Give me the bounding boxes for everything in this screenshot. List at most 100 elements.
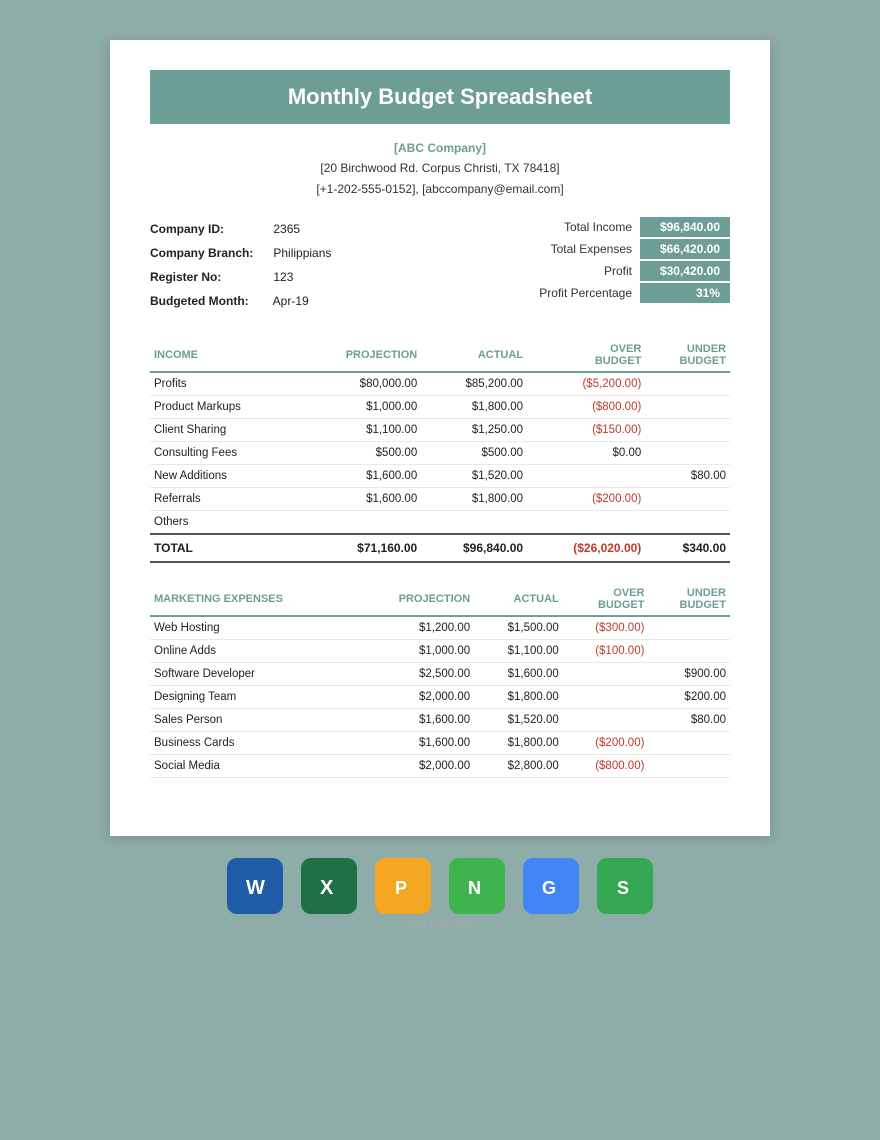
expense-row-over: ($100.00)	[563, 640, 649, 663]
profit-row: Profit $30,420.00	[522, 261, 730, 281]
income-row: Product Markups $1,000.00 $1,800.00 ($80…	[150, 396, 730, 419]
income-row-projection: $500.00	[298, 442, 422, 465]
income-row-projection	[298, 511, 422, 535]
income-row-actual	[421, 511, 527, 535]
company-name: [ABC Company]	[150, 138, 730, 158]
document-container: Monthly Budget Spreadsheet [ABC Company]…	[110, 40, 770, 836]
income-row-under	[645, 372, 730, 396]
expense-row-name: Software Developer	[150, 663, 355, 686]
document-title: Monthly Budget Spreadsheet	[150, 70, 730, 124]
expense-row-under	[648, 755, 730, 778]
expense-row-actual: $1,100.00	[474, 640, 563, 663]
expenses-col-header: MARKETING EXPENSES	[150, 581, 355, 616]
income-row-name: Client Sharing	[150, 419, 298, 442]
income-row-actual: $1,800.00	[421, 488, 527, 511]
income-row-name: Consulting Fees	[150, 442, 298, 465]
expense-row-projection: $2,000.00	[355, 755, 474, 778]
income-total-over: ($26,020.00)	[527, 534, 645, 562]
expense-row: Online Adds $1,000.00 $1,100.00 ($100.00…	[150, 640, 730, 663]
income-row-over	[527, 511, 645, 535]
meta-summary-section: Company ID: 2365 Company Branch: Philipp…	[150, 217, 730, 313]
income-row: New Additions $1,600.00 $1,520.00 $80.00	[150, 465, 730, 488]
google-sheets-icon[interactable]: S	[597, 858, 653, 914]
income-row-name: Product Markups	[150, 396, 298, 419]
income-row-over: ($200.00)	[527, 488, 645, 511]
google-docs-icon[interactable]: G	[523, 858, 579, 914]
income-row-actual: $1,800.00	[421, 396, 527, 419]
numbers-icon[interactable]: N	[449, 858, 505, 914]
exp-projection-col-header: PROJECTION	[355, 581, 474, 616]
profit-pct-row: Profit Percentage 31%	[522, 283, 730, 303]
income-total-actual: $96,840.00	[421, 534, 527, 562]
profit-pct-label: Profit Percentage	[522, 286, 632, 300]
income-row-under	[645, 511, 730, 535]
excel-icon[interactable]: X	[301, 858, 357, 914]
branch-row: Company Branch: Philippians	[150, 241, 331, 265]
word-icon[interactable]: W	[227, 858, 283, 914]
expense-row-over: ($200.00)	[563, 732, 649, 755]
register-row: Register No: 123	[150, 265, 331, 289]
company-contact: [+1-202-555-0152], [abccompany@email.com…	[150, 179, 730, 199]
svg-text:W: W	[246, 877, 265, 899]
actual-col-header: ACTUAL	[421, 337, 527, 372]
total-expenses-row: Total Expenses $66,420.00	[522, 239, 730, 259]
expense-row-actual: $1,800.00	[474, 732, 563, 755]
expense-row: Web Hosting $1,200.00 $1,500.00 ($300.00…	[150, 616, 730, 640]
income-total-projection: $71,160.00	[298, 534, 422, 562]
projection-col-header: PROJECTION	[298, 337, 422, 372]
expense-row-under	[648, 640, 730, 663]
company-id-label: Company ID:	[150, 217, 270, 241]
income-row-over: $0.00	[527, 442, 645, 465]
expense-row-projection: $2,000.00	[355, 686, 474, 709]
expense-row-over	[563, 686, 649, 709]
total-expenses-value: $66,420.00	[640, 239, 730, 259]
branch-label: Company Branch:	[150, 241, 270, 265]
income-row-name: Others	[150, 511, 298, 535]
summary-fields: Total Income $96,840.00 Total Expenses $…	[522, 217, 730, 313]
income-row-under	[645, 396, 730, 419]
expense-row-actual: $1,520.00	[474, 709, 563, 732]
income-row-under	[645, 419, 730, 442]
budgeted-month-value: Apr-19	[273, 294, 309, 308]
svg-text:G: G	[542, 878, 556, 898]
app-icons: W X P N G S	[227, 858, 653, 914]
expense-row-name: Web Hosting	[150, 616, 355, 640]
meta-fields: Company ID: 2365 Company Branch: Philipp…	[150, 217, 331, 313]
company-id-value: 2365	[273, 222, 300, 236]
exp-actual-col-header: ACTUAL	[474, 581, 563, 616]
income-row-projection: $1,600.00	[298, 465, 422, 488]
income-row-name: Referrals	[150, 488, 298, 511]
expense-row-actual: $2,800.00	[474, 755, 563, 778]
company-id-row: Company ID: 2365	[150, 217, 331, 241]
expense-row-under: $900.00	[648, 663, 730, 686]
exp-under-budget-col-header: UNDERBUDGET	[648, 581, 730, 616]
expense-row: Business Cards $1,600.00 $1,800.00 ($200…	[150, 732, 730, 755]
income-row-under: $80.00	[645, 465, 730, 488]
income-row-under	[645, 442, 730, 465]
svg-text:N: N	[468, 878, 481, 898]
expense-row-name: Online Adds	[150, 640, 355, 663]
income-row-actual: $1,520.00	[421, 465, 527, 488]
over-budget-col-header: OVERBUDGET	[527, 337, 645, 372]
income-row-under	[645, 488, 730, 511]
pages-icon[interactable]: P	[375, 858, 431, 914]
income-total-label: TOTAL	[150, 534, 298, 562]
income-total-row: TOTAL $71,160.00 $96,840.00 ($26,020.00)…	[150, 534, 730, 562]
expense-row-over: ($300.00)	[563, 616, 649, 640]
expense-row-over	[563, 663, 649, 686]
register-label: Register No:	[150, 265, 270, 289]
expense-row-under	[648, 732, 730, 755]
expense-row: Sales Person $1,600.00 $1,520.00 $80.00	[150, 709, 730, 732]
profit-pct-value: 31%	[640, 283, 730, 303]
expense-row-projection: $1,600.00	[355, 709, 474, 732]
expense-row: Social Media $2,000.00 $2,800.00 ($800.0…	[150, 755, 730, 778]
register-value: 123	[273, 270, 293, 284]
profit-value: $30,420.00	[640, 261, 730, 281]
company-address: [20 Birchwood Rd. Corpus Christi, TX 784…	[150, 158, 730, 178]
svg-text:P: P	[395, 878, 407, 898]
profit-label: Profit	[522, 264, 632, 278]
expenses-table: MARKETING EXPENSES PROJECTION ACTUAL OVE…	[150, 581, 730, 778]
exp-over-budget-col-header: OVERBUDGET	[563, 581, 649, 616]
expense-row-name: Business Cards	[150, 732, 355, 755]
expense-row-name: Social Media	[150, 755, 355, 778]
